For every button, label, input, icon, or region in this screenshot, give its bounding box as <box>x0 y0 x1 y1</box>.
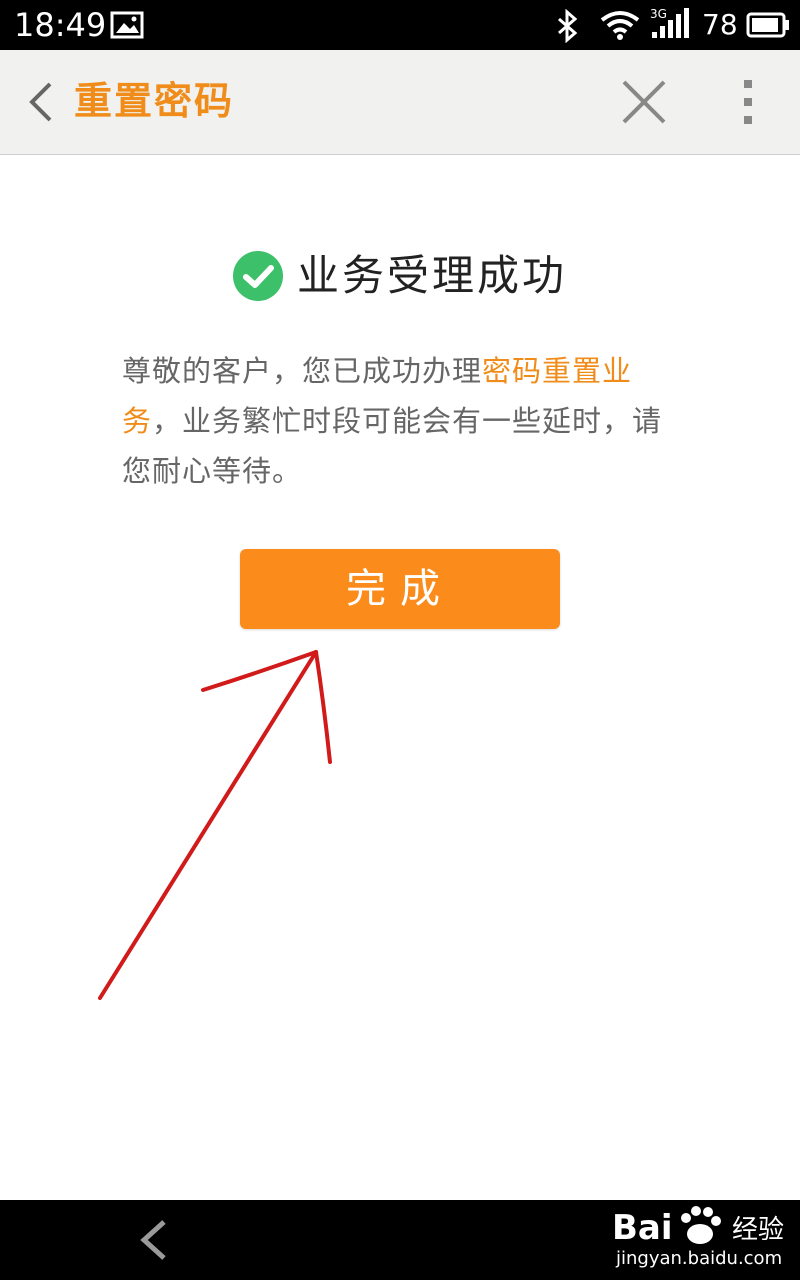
nav-back-icon[interactable] <box>136 1218 170 1262</box>
done-button[interactable]: 完成 <box>240 549 560 629</box>
wifi-icon <box>600 11 640 40</box>
status-time: 18:49 <box>14 6 107 44</box>
message-text-tail: ，业务繁忙时段可能会有一些延时，请您耐心等待。 <box>122 404 663 488</box>
annotation-arrow-icon <box>98 650 332 1000</box>
bluetooth-icon <box>558 9 578 43</box>
header-bar: 重置密码 <box>0 50 800 155</box>
success-title: 业务受理成功 <box>296 251 567 300</box>
more-vertical-icon[interactable] <box>734 78 762 126</box>
back-chevron-icon[interactable] <box>26 80 56 124</box>
check-circle-icon <box>232 251 283 301</box>
baidu-jingyan-watermark: Bai 经验 jingyan.baidu.com <box>612 1206 792 1276</box>
watermark-url: jingyan.baidu.com <box>616 1248 783 1269</box>
battery-level: 78 <box>702 8 738 41</box>
signal-icon: 3G <box>650 8 690 40</box>
success-message: 尊敬的客户，您已成功办理密码重置业务，业务繁忙时段可能会有一些延时，请您耐心等待… <box>122 346 682 496</box>
watermark-brand: Bai <box>612 1208 673 1248</box>
navigation-bar: Bai 经验 jingyan.baidu.com <box>0 1200 800 1280</box>
battery-icon <box>746 12 789 38</box>
watermark-product: 经验 <box>732 1215 785 1245</box>
status-bar: 18:49 3G 78 <box>0 0 800 50</box>
page-title: 重置密码 <box>74 79 235 123</box>
paw-logo-icon <box>681 1206 721 1244</box>
success-heading: 业务受理成功 <box>0 246 800 306</box>
message-text: 尊敬的客户，您已成功办理 <box>122 354 483 388</box>
gallery-notification-icon <box>110 11 144 39</box>
close-icon[interactable] <box>620 78 668 126</box>
